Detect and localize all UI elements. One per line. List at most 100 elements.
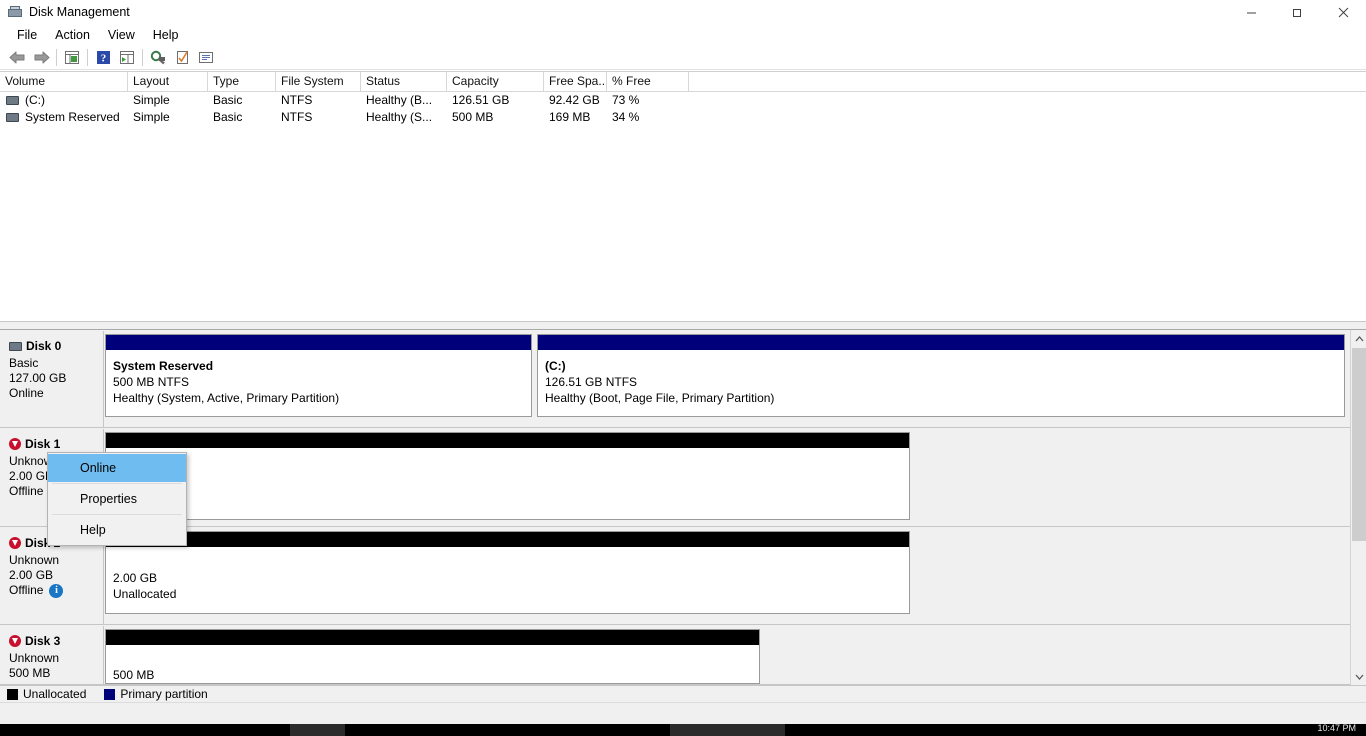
- properties-icon[interactable]: [170, 46, 194, 68]
- disk-partitions-disk-3: 500 MB: [105, 629, 765, 684]
- disk-online-icon: [9, 341, 22, 351]
- legend-label-primary-partition: Primary partition: [120, 687, 208, 701]
- toolbar-separator: [56, 48, 57, 66]
- partition-unallocated-disk-1[interactable]: [105, 432, 910, 520]
- legend-label-unallocated: Unallocated: [23, 687, 87, 701]
- partition-color-bar: [106, 433, 909, 449]
- info-badge-icon[interactable]: i: [49, 583, 64, 598]
- disk-row-disk-0[interactable]: Disk 0 Basic 127.00 GB Online System Res…: [0, 330, 1350, 428]
- disk-meta-disk-3: Unknown 500 MB: [9, 651, 103, 681]
- table-row[interactable]: System Reserved Simple Basic NTFS Health…: [0, 109, 1366, 126]
- partition-status: Healthy (Boot, Page File, Primary Partit…: [545, 391, 775, 405]
- scrollbar-thumb[interactable]: [1352, 348, 1366, 541]
- column-header-layout[interactable]: Layout: [128, 72, 208, 91]
- menu-file[interactable]: File: [8, 26, 46, 44]
- toolbar-separator: [142, 48, 143, 66]
- column-header-volume[interactable]: Volume: [0, 72, 128, 91]
- cell-volume: (C:): [0, 92, 128, 109]
- context-menu-item-help[interactable]: Help: [48, 516, 186, 544]
- partition-status: Unallocated: [113, 587, 177, 601]
- disk-size-label: 2.00 GB: [9, 568, 54, 582]
- column-header-capacity[interactable]: Capacity: [447, 72, 544, 91]
- disk-title-disk-3: Disk 3: [9, 634, 103, 648]
- partition-system-reserved[interactable]: System Reserved 500 MB NTFS Healthy (Sys…: [105, 334, 532, 417]
- pane-splitter[interactable]: [0, 321, 1366, 330]
- disk-title-disk-0: Disk 0: [9, 339, 103, 353]
- cell-status: Healthy (S...: [366, 110, 433, 124]
- toolbar-separator: [87, 48, 88, 66]
- disk-state-row: Online: [9, 386, 103, 401]
- cell-percent-free: 73 %: [612, 93, 640, 107]
- disk-name-label: Disk 0: [26, 339, 62, 353]
- details-view-icon[interactable]: [194, 46, 218, 68]
- column-header-status[interactable]: Status: [361, 72, 447, 91]
- show-hide-console-tree-icon[interactable]: [60, 46, 84, 68]
- volume-list-pane: Volume Layout Type File System Status Ca…: [0, 71, 1366, 321]
- back-icon[interactable]: [5, 46, 29, 68]
- column-header-type[interactable]: Type: [208, 72, 276, 91]
- taskbar: 10:47 PM: [0, 723, 1366, 736]
- taskbar-item[interactable]: [290, 724, 345, 736]
- disk-type-label: Unknown: [9, 651, 60, 665]
- partition-color-bar: [106, 630, 759, 646]
- disk-offline-icon: [9, 537, 21, 549]
- disk-offline-icon: [9, 438, 21, 450]
- minimize-button[interactable]: [1228, 0, 1274, 24]
- disk-name-label: Disk 3: [25, 634, 61, 648]
- disk-meta-disk-0: Basic 127.00 GB Online: [9, 356, 103, 401]
- forward-icon[interactable]: [29, 46, 53, 68]
- partition-text: (C:) 126.51 GB NTFS Healthy (Boot, Page …: [538, 351, 1344, 406]
- menu-view[interactable]: View: [99, 26, 144, 44]
- legend-item-unallocated: Unallocated: [7, 687, 86, 701]
- disk-info-disk-0: Disk 0 Basic 127.00 GB Online: [1, 331, 104, 427]
- volume-list-header: Volume Layout Type File System Status Ca…: [0, 72, 1366, 92]
- partition-c-drive[interactable]: (C:) 126.51 GB NTFS Healthy (Boot, Page …: [537, 334, 1345, 417]
- disk-row-disk-1[interactable]: Disk 1 Unknown 2.00 GB Offline i: [0, 428, 1350, 527]
- toolbar: ?: [0, 45, 1366, 70]
- context-menu-item-properties[interactable]: Properties: [48, 485, 186, 513]
- partition-text: [106, 449, 909, 456]
- context-menu-item-online[interactable]: Online: [48, 454, 186, 482]
- disk-context-menu: Online Properties Help: [47, 452, 187, 546]
- partition-unallocated-disk-3[interactable]: 500 MB: [105, 629, 760, 684]
- graphical-view-scrollbar[interactable]: [1350, 330, 1366, 685]
- taskbar-item[interactable]: [670, 724, 785, 736]
- disk-state-row: Offline i: [9, 583, 103, 598]
- context-menu-separator: [52, 483, 182, 484]
- partition-text: 2.00 GB Unallocated: [106, 548, 909, 602]
- partition-name: (C:): [545, 359, 566, 373]
- partition-color-bar: [106, 532, 909, 548]
- disk-row-disk-2[interactable]: Disk 2 Unknown 2.00 GB Offline i 2.00 GB: [0, 527, 1350, 625]
- scroll-up-icon[interactable]: [1351, 330, 1366, 347]
- cell-layout: Simple: [133, 110, 170, 124]
- disk-meta-disk-2: Unknown 2.00 GB Offline i: [9, 553, 103, 598]
- table-row[interactable]: (C:) Simple Basic NTFS Healthy (B... 126…: [0, 92, 1366, 109]
- menu-help[interactable]: Help: [144, 26, 188, 44]
- help-icon[interactable]: ?: [91, 46, 115, 68]
- menu-action[interactable]: Action: [46, 26, 99, 44]
- disk-partitions-disk-2: 2.00 GB Unallocated: [105, 531, 915, 614]
- scrollbar-track[interactable]: [1351, 347, 1366, 668]
- disk-management-window: Disk Management File Action View Help ? …: [0, 0, 1366, 736]
- volume-list-rows: (C:) Simple Basic NTFS Healthy (B... 126…: [0, 92, 1366, 126]
- partition-color-bar: [538, 335, 1344, 351]
- cell-file-system: NTFS: [281, 93, 313, 107]
- column-header-file-system[interactable]: File System: [276, 72, 361, 91]
- rescan-disks-icon[interactable]: [146, 46, 170, 68]
- show-hide-action-pane-icon[interactable]: [115, 46, 139, 68]
- column-header-percent-free[interactable]: % Free: [607, 72, 689, 91]
- scroll-down-icon[interactable]: [1351, 668, 1366, 685]
- maximize-button[interactable]: [1274, 0, 1320, 24]
- partition-unallocated-disk-2[interactable]: 2.00 GB Unallocated: [105, 531, 910, 614]
- disk-row-disk-3[interactable]: Disk 3 Unknown 500 MB 500 MB: [0, 625, 1350, 685]
- cell-free-space: 169 MB: [549, 110, 591, 124]
- cell-type: Basic: [213, 110, 243, 124]
- graphical-view-pane: Disk 0 Basic 127.00 GB Online System Res…: [0, 330, 1366, 685]
- cell-status: Healthy (B...: [366, 93, 433, 107]
- column-header-free-space[interactable]: Free Spa...: [544, 72, 607, 91]
- cell-capacity: 126.51 GB: [452, 93, 510, 107]
- cell-layout: Simple: [133, 93, 170, 107]
- taskbar-clock[interactable]: 10:47 PM: [1317, 723, 1356, 733]
- close-button[interactable]: [1320, 0, 1366, 24]
- disk-name-label: Disk 1: [25, 437, 61, 451]
